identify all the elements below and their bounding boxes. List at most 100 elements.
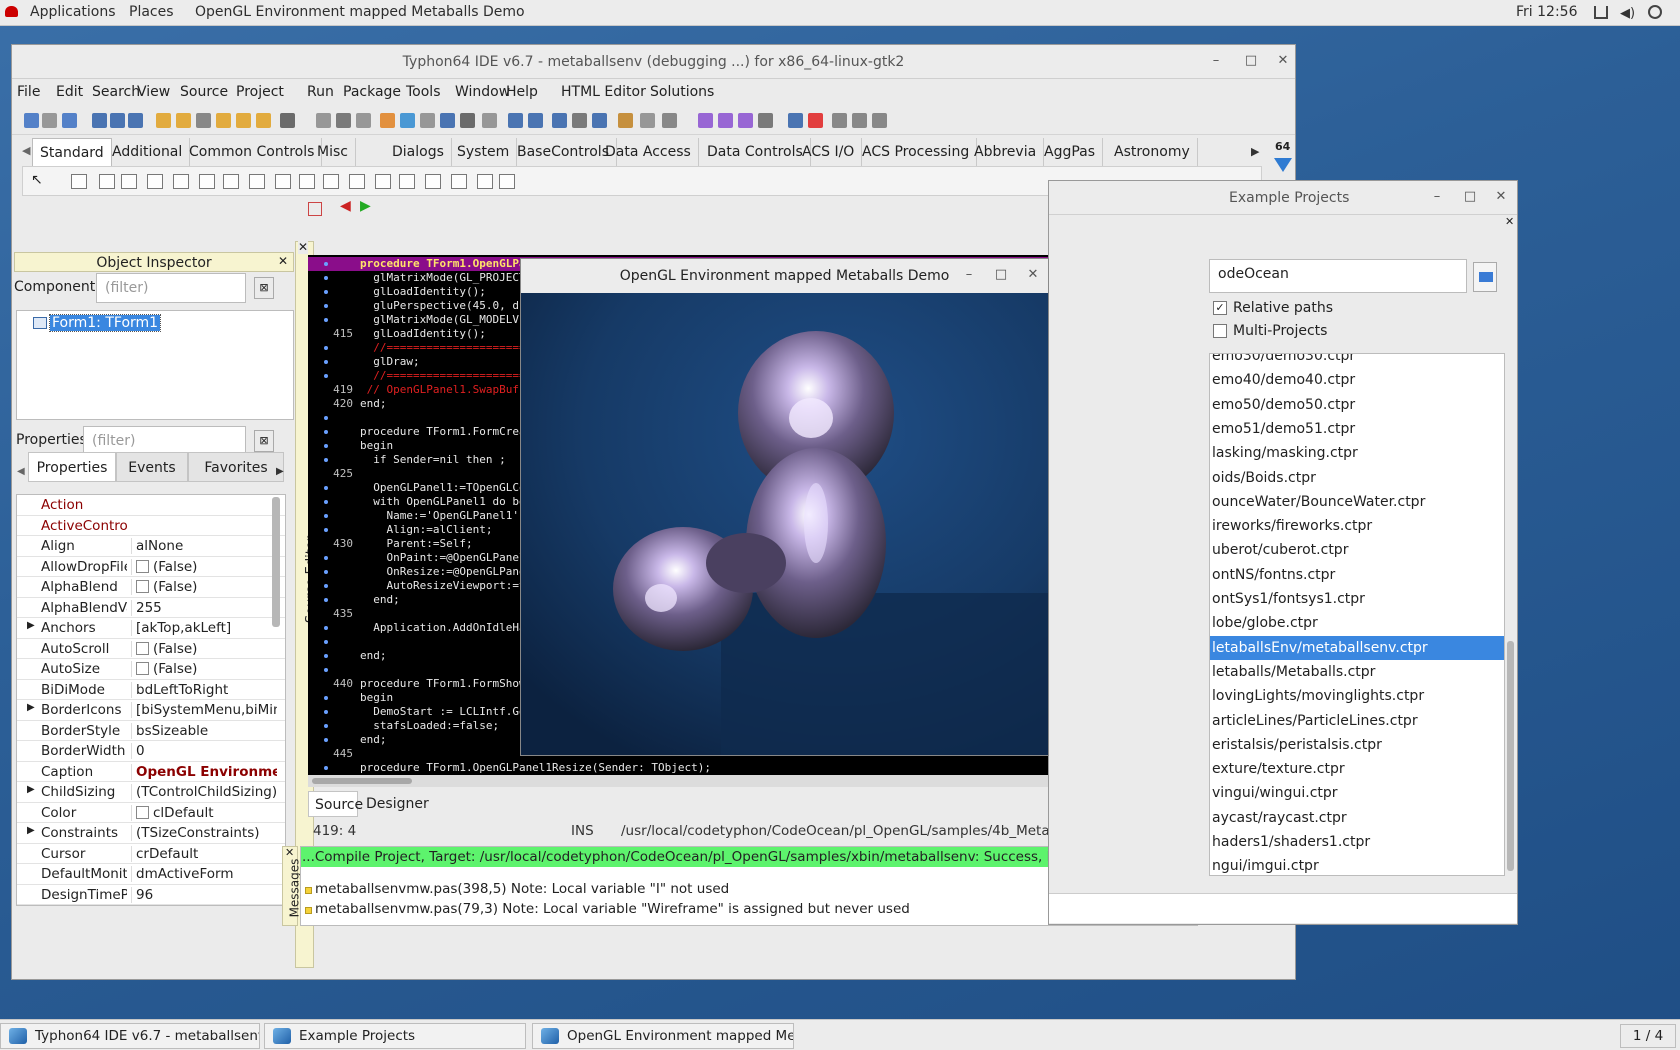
minimize-icon[interactable]: –	[1208, 53, 1224, 69]
breakpoint-dot-icon[interactable]	[324, 710, 328, 714]
oi-tab-events[interactable]: Events	[116, 452, 188, 482]
toolbar-button-icon[interactable]	[62, 113, 77, 128]
property-row[interactable]: AlphaBlendValue 255	[17, 598, 285, 618]
metaballs-render[interactable]	[521, 293, 1048, 755]
workspace-indicator[interactable]: 1 / 4	[1620, 1024, 1676, 1048]
breakpoint-dot-icon[interactable]	[324, 486, 328, 490]
maximize-icon[interactable]: □	[1462, 189, 1478, 205]
property-row[interactable]: Cursor crDefault	[17, 844, 285, 864]
toolbar-button-icon[interactable]	[758, 113, 773, 128]
project-list-item[interactable]: emo30/demo30.ctpr	[1210, 354, 1504, 368]
palette-tab-acs-processing[interactable]: ACS Processing	[855, 138, 978, 166]
breakpoint-dot-icon[interactable]	[324, 346, 328, 350]
toolbar-button-icon[interactable]	[236, 113, 251, 128]
close-icon[interactable]: ✕	[1275, 53, 1291, 69]
project-list-item[interactable]: aycast/raycast.ctpr	[1210, 806, 1504, 830]
toolbar-button-icon[interactable]	[440, 113, 455, 128]
toolbar-button-icon[interactable]	[336, 113, 351, 128]
project-list-item[interactable]: lovingLights/movinglights.ctpr	[1210, 684, 1504, 708]
taskbar-item[interactable]: OpenGL Environment mapped Meta...	[532, 1023, 794, 1049]
menu-package[interactable]: Package	[343, 84, 401, 100]
breakpoint-dot-icon[interactable]	[324, 458, 328, 462]
expand-arrow-icon[interactable]: ▶	[27, 620, 35, 631]
props-right-arrow-icon[interactable]: ▶	[276, 466, 284, 477]
breakpoint-dot-icon[interactable]	[324, 514, 328, 518]
close-icon[interactable]: ✕	[285, 846, 294, 859]
menu-view[interactable]: View	[137, 84, 170, 100]
component-icon[interactable]	[173, 174, 189, 189]
toolbar-button-icon[interactable]	[508, 113, 523, 128]
volume-icon[interactable]: ◀)	[1620, 6, 1635, 21]
close-icon[interactable]: ✕	[1025, 267, 1041, 283]
menu-edit[interactable]: Edit	[56, 84, 83, 100]
component-icon[interactable]	[425, 174, 441, 189]
filter-clear-icon[interactable]: ⊠	[254, 430, 274, 452]
breakpoint-dot-icon[interactable]	[324, 570, 328, 574]
component-icon[interactable]	[451, 174, 467, 189]
project-list-item[interactable]: ounceWater/BounceWater.ctpr	[1210, 490, 1504, 514]
component-icon[interactable]	[477, 174, 493, 189]
property-row[interactable]: AutoScroll (False)	[17, 639, 285, 659]
breakpoint-dot-icon[interactable]	[324, 640, 328, 644]
toolbar-button-icon[interactable]	[420, 113, 435, 128]
places-menu[interactable]: Places	[129, 4, 174, 20]
power-icon[interactable]	[1648, 5, 1662, 19]
property-value[interactable]: bsSizeable	[131, 722, 277, 739]
toolbar-button-icon[interactable]	[572, 113, 587, 128]
toolbar-button-icon[interactable]	[808, 113, 823, 128]
scroll-thumb[interactable]	[312, 778, 412, 784]
toolbar-button-icon[interactable]	[216, 113, 231, 128]
property-scrollbar[interactable]	[272, 497, 280, 627]
toolbar-button-icon[interactable]	[92, 113, 107, 128]
palette-tab-standard[interactable]: Standard	[32, 138, 112, 166]
toolbar-button-icon[interactable]	[196, 113, 211, 128]
property-row[interactable]: AutoSize (False)	[17, 659, 285, 680]
palette-tab-additional[interactable]: Additional	[105, 138, 191, 166]
property-value[interactable]: 255	[131, 599, 277, 616]
breakpoint-dot-icon[interactable]	[324, 696, 328, 700]
project-list-item[interactable]: lobe/globe.ctpr	[1210, 611, 1504, 635]
component-icon[interactable]	[121, 174, 137, 189]
palette-left-arrow-icon[interactable]: ◀	[22, 144, 30, 157]
component-icon[interactable]	[323, 174, 339, 189]
close-icon[interactable]: ✕	[278, 254, 288, 268]
toolbar-button-icon[interactable]	[460, 113, 475, 128]
breakpoint-dot-icon[interactable]	[324, 444, 328, 448]
bottom-tab-source[interactable]: Source	[308, 791, 363, 817]
toolbar-button-icon[interactable]	[110, 113, 125, 128]
menu-help[interactable]: Help	[506, 84, 538, 100]
toolbar-button-icon[interactable]	[42, 113, 57, 128]
menu-tools[interactable]: Tools	[406, 84, 441, 100]
component-icon[interactable]	[223, 174, 239, 189]
checkbox-icon[interactable]	[136, 805, 149, 819]
property-row[interactable]: AllowDropFiles (False)	[17, 557, 285, 577]
breakpoint-dot-icon[interactable]	[324, 528, 328, 532]
toolbar-button-icon[interactable]	[256, 113, 271, 128]
tree-item-form1[interactable]: Form1: TForm1	[48, 314, 162, 332]
property-value[interactable]: (False)	[131, 661, 277, 677]
palette-tab-system[interactable]: System	[450, 138, 518, 166]
project-list-item[interactable]: letaballs/Metaballs.ctpr	[1210, 660, 1504, 684]
property-row[interactable]: ActiveControl	[17, 516, 285, 536]
applications-menu[interactable]: Applications	[30, 4, 116, 20]
component-icon[interactable]	[349, 174, 365, 189]
property-row[interactable]: Action	[17, 495, 285, 516]
taskbar-item[interactable]: Example Projects	[264, 1023, 526, 1049]
property-row[interactable]: Caption OpenGL Environment	[17, 762, 285, 782]
toolbar-button-icon[interactable]	[832, 113, 847, 128]
breakpoint-dot-icon[interactable]	[324, 318, 328, 322]
breakpoint-dot-icon[interactable]	[324, 668, 328, 672]
property-row[interactable]: DesignTimePPI 96	[17, 885, 285, 905]
menu-project[interactable]: Project	[236, 84, 284, 100]
toolbar-button-icon[interactable]	[640, 113, 655, 128]
oi-tab-properties[interactable]: Properties	[28, 452, 116, 482]
component-icon[interactable]	[275, 174, 291, 189]
breakpoint-dot-icon[interactable]	[324, 500, 328, 504]
palette-right-arrow-icon[interactable]: ▶	[1251, 145, 1259, 158]
project-list-item[interactable]: haders1/shaders1.ctpr	[1210, 830, 1504, 854]
toolbar-button-icon[interactable]	[788, 113, 803, 128]
message-item[interactable]: metaballsenvmw.pas(398,5) Note: Local va…	[305, 881, 729, 897]
toolbar-button-icon[interactable]	[528, 113, 543, 128]
palette-tab-common-controls[interactable]: Common Controls	[182, 138, 323, 166]
menu-html-editor[interactable]: HTML Editor	[561, 84, 646, 100]
